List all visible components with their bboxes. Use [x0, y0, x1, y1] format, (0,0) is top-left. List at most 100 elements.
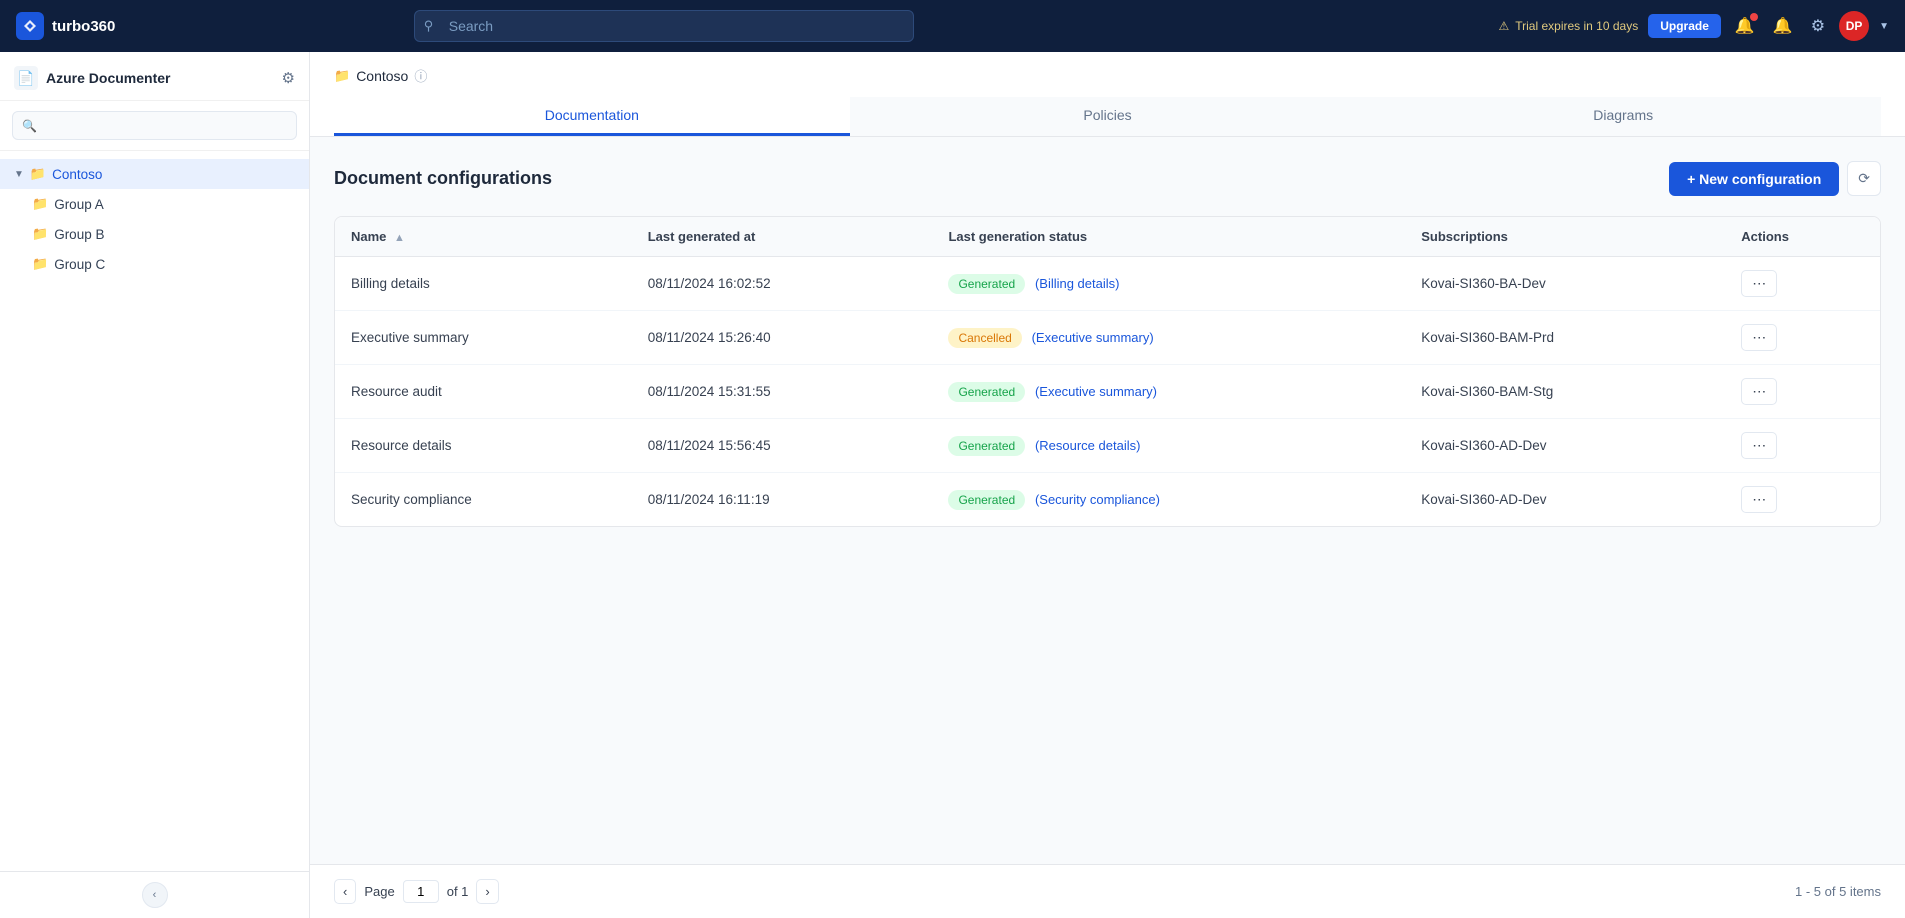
gear-icon: ⚙ — [1811, 18, 1825, 35]
col-subscriptions: Subscriptions — [1405, 217, 1725, 257]
cell-name: Executive summary — [335, 311, 632, 365]
sidebar-item-label: Group C — [54, 257, 105, 272]
folder-icon: 📁 — [32, 226, 48, 242]
row-actions-button[interactable]: ⋯ — [1741, 378, 1777, 405]
cell-last-generated: 08/11/2024 15:31:55 — [632, 365, 933, 419]
row-actions-button[interactable]: ⋯ — [1741, 270, 1777, 297]
prev-page-button[interactable]: ‹ — [334, 879, 356, 904]
cell-name: Billing details — [335, 257, 632, 311]
page-controls: ‹ Page of 1 › — [334, 879, 499, 904]
alerts-button[interactable]: 🔔 — [1769, 12, 1797, 40]
tab-bar: Documentation Policies Diagrams — [334, 97, 1881, 136]
status-badge: Generated — [948, 436, 1025, 456]
folder-icon: 📁 — [32, 256, 48, 272]
pagination: ‹ Page of 1 › 1 - 5 of 5 items — [310, 864, 1905, 918]
sidebar-app-label: Azure Documenter — [46, 70, 170, 86]
sidebar-app-icon: 📄 — [14, 66, 38, 90]
cell-subscriptions: Kovai-SI360-AD-Dev — [1405, 419, 1725, 473]
sidebar-search-input[interactable] — [12, 111, 297, 140]
topnav-right: ⚠ Trial expires in 10 days Upgrade 🔔 🔔 ⚙… — [1498, 11, 1889, 41]
info-icon[interactable]: ⓘ — [414, 66, 427, 85]
sort-icon: ▲ — [394, 232, 405, 244]
sidebar-collapse-area: ‹ — [0, 871, 309, 918]
notification-dot — [1750, 13, 1758, 21]
content-header: 📁 Contoso ⓘ Documentation Policies Diagr… — [310, 52, 1905, 137]
section-actions: + New configuration ⟳ — [1669, 161, 1881, 196]
cell-subscriptions: Kovai-SI360-BAM-Prd — [1405, 311, 1725, 365]
status-link[interactable]: (Resource details) — [1035, 438, 1141, 453]
cell-name: Resource audit — [335, 365, 632, 419]
trial-badge: ⚠ Trial expires in 10 days — [1498, 19, 1638, 33]
main-content: 📁 Contoso ⓘ Documentation Policies Diagr… — [310, 52, 1905, 918]
status-link[interactable]: (Executive summary) — [1032, 330, 1154, 345]
sidebar-header: 📄 Azure Documenter ⚙ — [0, 52, 309, 101]
cell-actions: ⋯ — [1725, 419, 1880, 473]
alert-icon: 🔔 — [1773, 18, 1793, 35]
table-row: Resource audit 08/11/2024 15:31:55 Gener… — [335, 365, 1880, 419]
logo[interactable]: turbo360 — [16, 12, 115, 40]
sidebar-search-icon: 🔍 — [22, 119, 37, 133]
sidebar-item-group-c[interactable]: 📁 Group C — [0, 249, 309, 279]
cell-actions: ⋯ — [1725, 257, 1880, 311]
avatar[interactable]: DP — [1839, 11, 1869, 41]
search-icon: ⚲ — [424, 18, 434, 34]
refresh-button[interactable]: ⟳ — [1847, 161, 1881, 196]
cell-subscriptions: Kovai-SI360-AD-Dev — [1405, 473, 1725, 527]
new-configuration-button[interactable]: + New configuration — [1669, 162, 1839, 196]
status-link[interactable]: (Security compliance) — [1035, 492, 1160, 507]
sidebar-settings-button[interactable]: ⚙ — [282, 69, 295, 87]
status-badge: Generated — [948, 382, 1025, 402]
sidebar-tree: ▼ 📁 Contoso 📁 Group A 📁 Group B 📁 Group … — [0, 151, 309, 871]
sidebar-app-name: 📄 Azure Documenter — [14, 66, 170, 90]
page-of-label: of 1 — [447, 884, 469, 899]
status-link[interactable]: (Billing details) — [1035, 276, 1120, 291]
col-actions: Actions — [1725, 217, 1880, 257]
chevron-down-icon: ▼ — [14, 169, 24, 180]
app-name: turbo360 — [52, 18, 115, 35]
search-container: ⚲ — [414, 10, 914, 42]
cell-last-generated: 08/11/2024 15:26:40 — [632, 311, 933, 365]
warning-icon: ⚠ — [1498, 19, 1509, 33]
trial-text: Trial expires in 10 days — [1515, 19, 1638, 33]
table-row: Executive summary 08/11/2024 15:26:40 Ca… — [335, 311, 1880, 365]
cell-status: Generated (Resource details) — [932, 419, 1405, 473]
status-link[interactable]: (Executive summary) — [1035, 384, 1157, 399]
tab-documentation[interactable]: Documentation — [334, 97, 850, 136]
cell-status: Generated (Security compliance) — [932, 473, 1405, 527]
row-actions-button[interactable]: ⋯ — [1741, 486, 1777, 513]
status-badge: Generated — [948, 490, 1025, 510]
sidebar-collapse-button[interactable]: ‹ — [142, 882, 168, 908]
chevron-down-icon: ▼ — [1879, 21, 1889, 32]
tab-policies[interactable]: Policies — [850, 97, 1366, 136]
table-row: Resource details 08/11/2024 15:56:45 Gen… — [335, 419, 1880, 473]
row-actions-button[interactable]: ⋯ — [1741, 432, 1777, 459]
col-status: Last generation status — [932, 217, 1405, 257]
cell-actions: ⋯ — [1725, 365, 1880, 419]
cell-actions: ⋯ — [1725, 311, 1880, 365]
page-label: Page — [364, 884, 394, 899]
content-body: Document configurations + New configurat… — [310, 137, 1905, 864]
row-actions-button[interactable]: ⋯ — [1741, 324, 1777, 351]
sidebar-search-container: 🔍 — [0, 101, 309, 151]
page-input[interactable] — [403, 880, 439, 903]
col-last-generated: Last generated at — [632, 217, 933, 257]
cell-last-generated: 08/11/2024 16:11:19 — [632, 473, 933, 527]
next-page-button[interactable]: › — [476, 879, 498, 904]
status-badge: Generated — [948, 274, 1025, 294]
sidebar: 📄 Azure Documenter ⚙ 🔍 ▼ 📁 Contoso 📁 Gro… — [0, 52, 310, 918]
notifications-button[interactable]: 🔔 — [1731, 12, 1759, 40]
cell-last-generated: 08/11/2024 15:56:45 — [632, 419, 933, 473]
upgrade-button[interactable]: Upgrade — [1648, 14, 1721, 38]
section-header: Document configurations + New configurat… — [334, 161, 1881, 196]
sidebar-item-contoso[interactable]: ▼ 📁 Contoso — [0, 159, 309, 189]
search-input[interactable] — [414, 10, 914, 42]
cell-status: Cancelled (Executive summary) — [932, 311, 1405, 365]
sidebar-item-group-b[interactable]: 📁 Group B — [0, 219, 309, 249]
tab-diagrams[interactable]: Diagrams — [1365, 97, 1881, 136]
settings-button[interactable]: ⚙ — [1807, 12, 1829, 40]
sidebar-item-group-a[interactable]: 📁 Group A — [0, 189, 309, 219]
col-name[interactable]: Name ▲ — [335, 217, 632, 257]
logo-icon — [16, 12, 44, 40]
refresh-icon: ⟳ — [1858, 170, 1870, 186]
table-row: Security compliance 08/11/2024 16:11:19 … — [335, 473, 1880, 527]
